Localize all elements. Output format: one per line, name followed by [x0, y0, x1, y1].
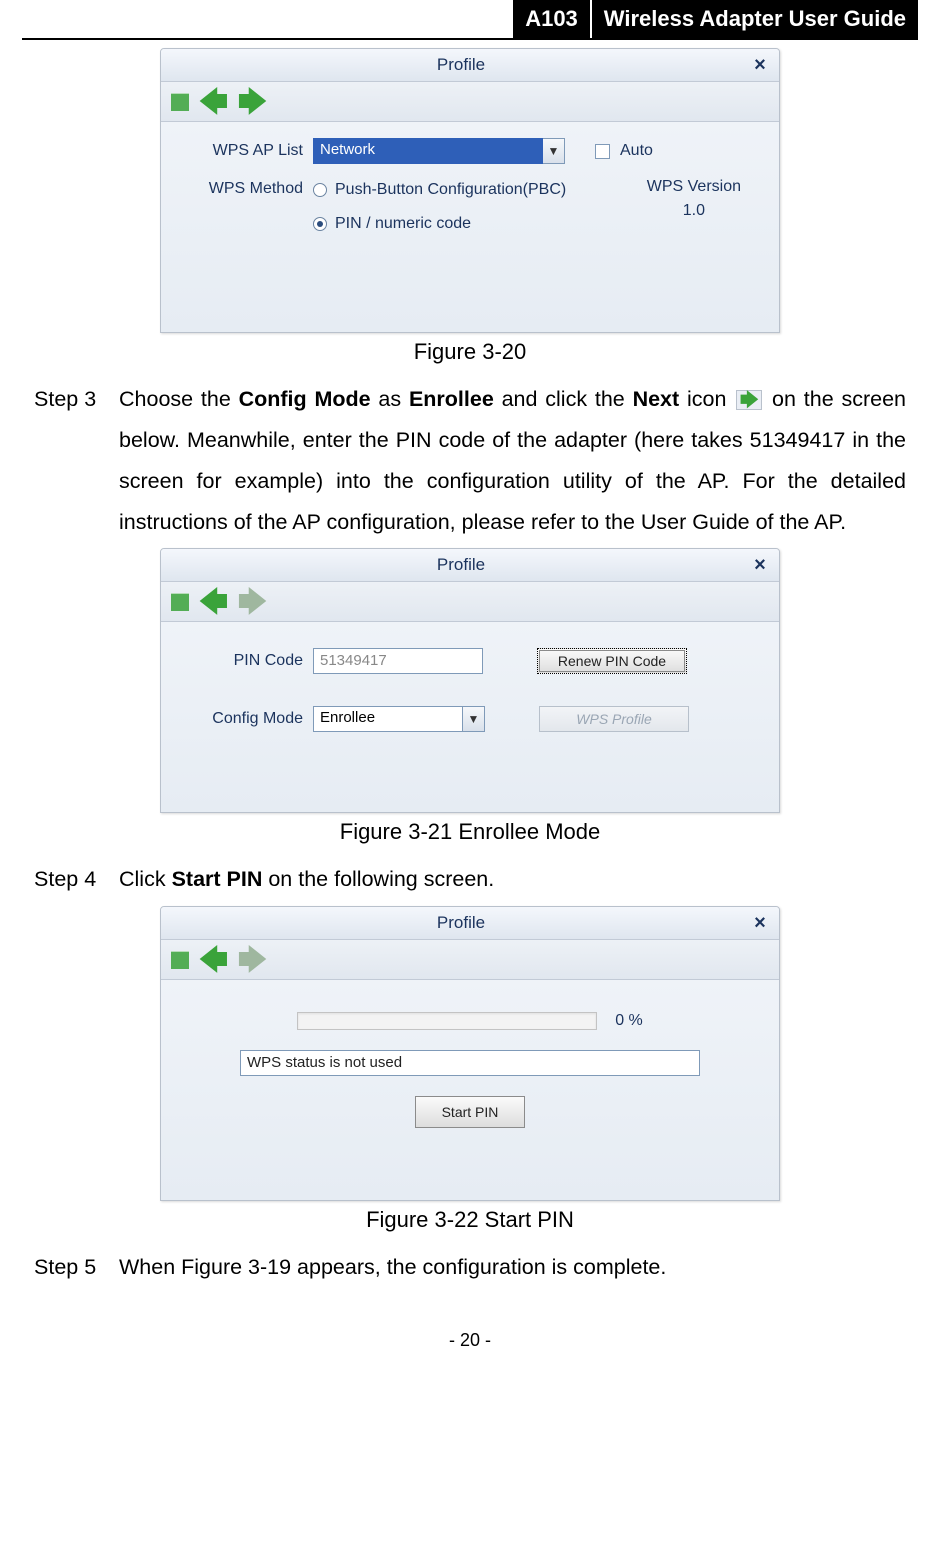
step4-t1: Click: [119, 867, 172, 891]
step3-t1: Choose the: [119, 387, 239, 411]
step-3: Step 3 Choose the Config Mode as Enrolle…: [34, 379, 906, 542]
figure-caption-3-20: Figure 3-20: [34, 339, 906, 365]
progress-bar: [297, 1012, 597, 1030]
step5-t1: When Figure 3-19 appears, the configurat…: [119, 1255, 666, 1279]
renew-pin-code-button[interactable]: Renew PIN Code: [537, 648, 687, 674]
doc-header-badge: A103: [513, 0, 590, 38]
figure-caption-3-22: Figure 3-22 Start PIN: [34, 1207, 906, 1233]
start-pin-button[interactable]: Start PIN: [415, 1096, 525, 1128]
step3-t4: icon: [679, 387, 734, 411]
wps-ap-list-label: WPS AP List: [183, 142, 303, 160]
close-icon[interactable]: ×: [751, 56, 769, 74]
auto-checkbox[interactable]: [595, 144, 610, 159]
pin-radio[interactable]: [313, 217, 327, 231]
figure-caption-3-21: Figure 3-21 Enrollee Mode: [34, 819, 906, 845]
close-icon[interactable]: ×: [751, 556, 769, 574]
step-3-number: Step 3: [34, 379, 119, 542]
next-icon-disabled: 🡆: [238, 946, 267, 974]
wps-ap-list-value: Network: [313, 138, 543, 164]
page-number: - 20 -: [34, 1330, 906, 1351]
window-title: Profile: [171, 913, 751, 933]
config-mode-label: Config Mode: [183, 710, 303, 728]
config-mode-value: Enrollee: [313, 706, 463, 732]
wps-profile-button: WPS Profile: [539, 706, 689, 732]
step3-b1: Config Mode: [239, 387, 371, 411]
progress-percent: 0 %: [615, 1012, 643, 1030]
back-icon[interactable]: 🡄: [199, 88, 228, 116]
wps-ap-list-combo[interactable]: Network ▼: [313, 138, 565, 164]
doc-header-title: Wireless Adapter User Guide: [592, 0, 918, 38]
step3-t2: as: [371, 387, 409, 411]
chevron-down-icon[interactable]: ▼: [463, 706, 485, 732]
wps-version-value: 1.0: [683, 202, 705, 220]
auto-label: Auto: [620, 142, 653, 160]
wps-method-label: WPS Method: [183, 178, 303, 198]
back-icon[interactable]: 🡄: [199, 588, 228, 616]
pbc-label: Push-Button Configuration(PBC): [335, 181, 566, 199]
next-icon[interactable]: 🡆: [238, 88, 267, 116]
pbc-radio[interactable]: [313, 183, 327, 197]
step-5-number: Step 5: [34, 1247, 119, 1288]
step4-t2: on the following screen.: [262, 867, 494, 891]
pin-code-field[interactable]: 51349417: [313, 648, 483, 674]
wps-version-label: WPS Version: [647, 178, 741, 196]
chevron-down-icon[interactable]: ▼: [543, 138, 565, 164]
step3-t3: and click the: [494, 387, 633, 411]
back-icon[interactable]: 🡄: [199, 946, 228, 974]
step4-b1: Start PIN: [172, 867, 263, 891]
next-icon-disabled: 🡆: [238, 588, 267, 616]
step3-b2: Enrollee: [409, 387, 494, 411]
square-icon[interactable]: [171, 951, 189, 969]
step-5: Step 5 When Figure 3-19 appears, the con…: [34, 1247, 906, 1288]
doc-header: A103 Wireless Adapter User Guide: [22, 0, 918, 40]
step3-b3: Next: [633, 387, 680, 411]
square-icon[interactable]: [171, 93, 189, 111]
square-icon[interactable]: [171, 593, 189, 611]
wps-status-field: WPS status is not used: [240, 1050, 700, 1076]
close-icon[interactable]: ×: [751, 914, 769, 932]
pin-code-label: PIN Code: [183, 652, 303, 670]
window-title: Profile: [171, 555, 751, 575]
profile-window-fig21: Profile × 🡄 🡆 PIN Code 51349417 Renew PI…: [160, 548, 780, 813]
next-arrow-icon: 🡆: [736, 390, 762, 410]
profile-window-fig22: Profile × 🡄 🡆 0 % WPS status is not used…: [160, 906, 780, 1201]
step-4: Step 4 Click Start PIN on the following …: [34, 859, 906, 900]
step-4-number: Step 4: [34, 859, 119, 900]
pin-label: PIN / numeric code: [335, 215, 471, 233]
profile-window-fig20: Profile × 🡄 🡆 WPS AP List Network ▼ Auto: [160, 48, 780, 333]
config-mode-combo[interactable]: Enrollee ▼: [313, 706, 485, 732]
window-title: Profile: [171, 55, 751, 75]
